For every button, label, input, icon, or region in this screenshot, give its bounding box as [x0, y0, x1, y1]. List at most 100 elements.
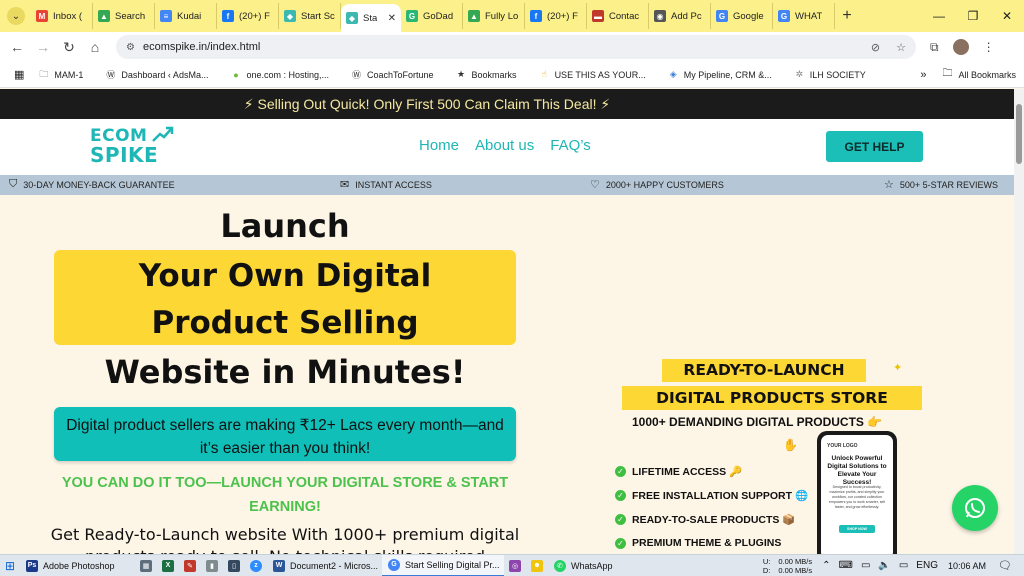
taskbar-app-chrome[interactable]: G Start Selling Digital Pr...	[382, 554, 504, 576]
bookmark-item[interactable]: ☝ USE THIS AS YOUR...	[539, 69, 645, 80]
list-item: ✓ LIFETIME ACCESS 🔑	[615, 459, 808, 483]
list-item: ✓ PREMIUM THEME & PLUGINS	[615, 531, 808, 554]
taskbar-pinned-excel[interactable]: X	[157, 559, 179, 572]
chevron-up-icon[interactable]: ⌃	[822, 560, 830, 571]
taskbar-pinned-zoom[interactable]: z	[245, 559, 267, 572]
trust-label: 30-DAY MONEY-BACK GUARANTEE	[23, 179, 175, 190]
language-indicator[interactable]: ENG	[916, 560, 938, 571]
nav-faqs[interactable]: FAQ’s	[550, 137, 591, 154]
bookmark-item[interactable]: ◈ My Pipeline, CRM &...	[668, 69, 772, 80]
taskbar-app-photoshop[interactable]: Ps Adobe Photoshop	[20, 555, 135, 576]
network-icon[interactable]: ▭	[861, 560, 870, 571]
taskbar-app-word[interactable]: W Document2 - Micros...	[267, 555, 382, 576]
hero-heading-launch: Launch	[220, 207, 350, 245]
ecomspike-logo[interactable]: ECOM SPIKE	[90, 126, 180, 167]
trust-item-customers: ♡ 2000+ HAPPY CUSTOMERS	[590, 178, 724, 191]
bookmark-label: ILH SOCIETY	[809, 69, 866, 80]
windows-start-icon[interactable]: ⊞	[0, 559, 20, 573]
browser-tab[interactable]: ◉ Add Pc	[649, 3, 711, 29]
get-help-button[interactable]: GET HELP	[826, 131, 923, 162]
tab-strip: M Inbox (▲ Search ≡ Kudai f (20+) F ◆ Start Sc ◆ S…	[31, 0, 835, 32]
reload-button[interactable]: ↻	[56, 39, 82, 56]
bookmark-item[interactable]: Ⓦ CoachToFortune	[351, 69, 434, 81]
browser-tab[interactable]: G GoDad	[401, 3, 463, 29]
tab-favicon-icon: ▲	[98, 10, 110, 22]
taskbar-pinned-phone[interactable]: ▯	[223, 559, 245, 572]
promo-subtitle: 1000+ DEMANDING DIGITAL PRODUCTS 👉	[632, 415, 883, 429]
bookmark-item[interactable]: ✲ ILH SOCIETY	[794, 69, 866, 80]
whatsapp-chat-button[interactable]	[952, 485, 998, 531]
system-clock[interactable]: 10:06 AM	[948, 561, 986, 571]
site-info-icon[interactable]: ⚙	[126, 42, 135, 53]
tab-search-button[interactable]: ⌄	[7, 7, 25, 25]
taskbar-pinned-calculator[interactable]: ▦	[135, 559, 157, 572]
tab-label: Contac	[609, 10, 640, 22]
browser-tab[interactable]: ▲ Fully Lo	[463, 3, 525, 29]
phone-app-icon: ▯	[228, 559, 240, 572]
browser-tab[interactable]: ≡ Kudai	[155, 3, 217, 29]
taskbar-pinned-usb[interactable]: ▮	[201, 559, 223, 572]
address-bar[interactable]: ⚙ ecomspike.in/index.html ⊘ ☆	[116, 35, 916, 59]
bookmark-star-icon[interactable]: ☆	[896, 41, 906, 54]
new-tab-button[interactable]: +	[835, 7, 859, 25]
home-button[interactable]: ⌂	[82, 39, 108, 55]
taskbar-pinned-paint[interactable]: ✎	[179, 559, 201, 572]
browser-tab-bar: ⌄ M Inbox (▲ Search ≡ Kudai f (20+) F ◆ Start Sc…	[0, 0, 1024, 32]
forward-button[interactable]: →	[30, 39, 56, 55]
bookmark-item[interactable]: ● one.com : Hosting,...	[230, 69, 329, 80]
browser-tab[interactable]: ◆ Start Sc	[279, 3, 341, 29]
page-scrollbar[interactable]	[1014, 89, 1024, 554]
wordpress-icon: Ⓦ	[106, 70, 116, 80]
browser-tab[interactable]: f (20+) F	[217, 3, 279, 29]
tab-close-icon[interactable]: ✕	[388, 13, 396, 24]
browser-tab[interactable]: f (20+) F	[525, 3, 587, 29]
trust-item-reviews: ☆ 500+ 5-STAR REVIEWS	[884, 178, 998, 191]
profile-avatar[interactable]	[952, 39, 969, 55]
feature-label: PREMIUM THEME & PLUGINS	[632, 537, 782, 549]
bookmark-item[interactable]: 🗀 MAM-1	[38, 69, 83, 80]
restore-button[interactable]: ❐	[956, 0, 990, 32]
bookmark-label: My Pipeline, CRM &...	[683, 69, 772, 80]
back-button[interactable]: ←	[4, 39, 30, 55]
sparkle-icon: ✦	[893, 362, 903, 374]
nav-home[interactable]: Home	[419, 137, 459, 154]
feature-label: FREE INSTALLATION SUPPORT 🌐	[632, 489, 809, 502]
menu-kebab-icon[interactable]: ⋮	[983, 40, 995, 54]
list-item: ✓ READY-TO-SALE PRODUCTS 📦	[615, 507, 808, 531]
taskbar-pinned-app-purple[interactable]: ◎	[504, 559, 526, 572]
browser-tab[interactable]: M Inbox (	[31, 3, 93, 29]
browser-toolbar: ← → ↻ ⌂ ⚙ ecomspike.in/index.html ⊘ ☆ ⧉ …	[0, 32, 1024, 62]
all-bookmarks-folder[interactable]: 🗀 All Bookmarks	[942, 66, 1016, 83]
browser-tab[interactable]: G Google	[711, 3, 773, 29]
taskbar-app-whatsapp[interactable]: ✆ WhatsApp	[548, 555, 619, 576]
bookmark-item[interactable]: Ⓦ Dashboard ‹ AdsMa...	[105, 69, 208, 81]
browser-tab[interactable]: ▲ Search	[93, 3, 155, 29]
browser-tab[interactable]: ▬ Contac	[587, 3, 649, 29]
extensions-icon[interactable]: ⧉	[930, 40, 939, 55]
scrollbar-thumb[interactable]	[1016, 104, 1022, 164]
tab-active[interactable]: ◆ Sta ✕	[341, 4, 401, 32]
browser-tab[interactable]: G WHAT	[773, 3, 835, 29]
nav-about-us[interactable]: About us	[475, 137, 534, 154]
hero-body-text: Get Ready-to-Launch website With 1000+ p…	[50, 525, 520, 554]
wordpress-icon: Ⓦ	[351, 70, 361, 80]
more-bookmarks-chevron-icon[interactable]: »	[920, 69, 926, 81]
taskbar-pinned-app-yellow[interactable]: ☻	[526, 559, 548, 572]
bookmark-label: one.com : Hosting,...	[246, 69, 329, 80]
hand-icon: ☝	[541, 69, 547, 79]
bookmark-label: CoachToFortune	[367, 69, 434, 80]
tab-label: Start Sc	[301, 10, 335, 22]
eye-off-icon[interactable]: ⊘	[871, 41, 880, 54]
excel-icon: X	[162, 559, 174, 572]
bookmark-item[interactable]: ★ Bookmarks	[456, 69, 517, 80]
notification-icon[interactable]: 🗨	[998, 559, 1014, 572]
volume-icon[interactable]: 🔈	[878, 560, 890, 571]
tab-label: Sta	[363, 12, 378, 24]
minimize-button[interactable]: —	[922, 0, 956, 32]
trust-label: 500+ 5-STAR REVIEWS	[899, 179, 998, 190]
close-window-button[interactable]: ✕	[990, 0, 1024, 32]
battery-icon[interactable]: ▭	[899, 560, 908, 571]
keyboard-icon[interactable]: ⌨	[839, 560, 853, 571]
earnings-callout: Digital product sellers are making ₹12+ …	[54, 407, 516, 461]
apps-grid-icon[interactable]: ▦	[14, 68, 24, 81]
